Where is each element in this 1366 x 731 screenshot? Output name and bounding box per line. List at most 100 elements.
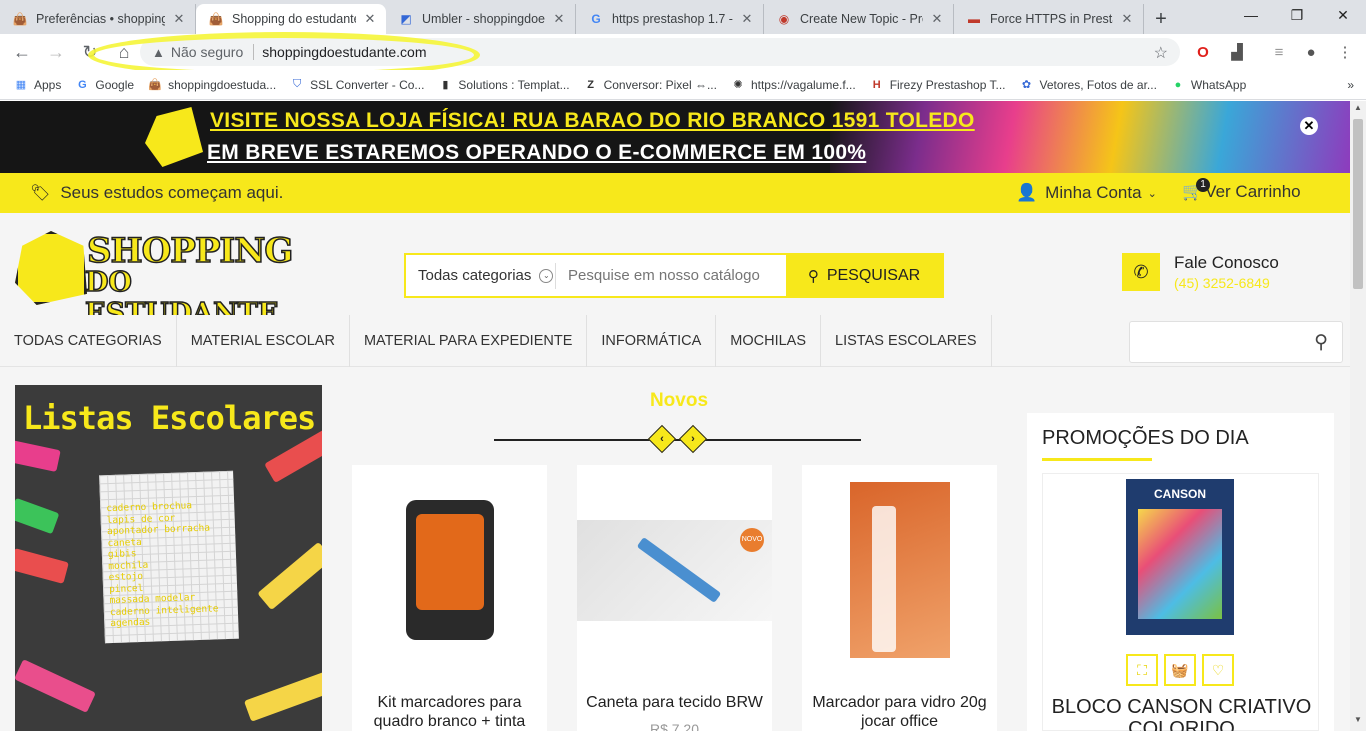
decor-marker xyxy=(15,440,61,472)
close-tab-icon[interactable]: ✕ xyxy=(739,11,755,27)
search-bar: Todas categorias ⌄ ⚲ PESQUISAR xyxy=(404,253,944,298)
scroll-down-icon[interactable]: ▼ xyxy=(1350,715,1366,729)
apps-grid-icon: ▦ xyxy=(15,79,27,91)
product-name[interactable]: Kit marcadores para quadro branco + tint… xyxy=(352,693,547,731)
search-button[interactable]: ⚲ PESQUISAR xyxy=(786,255,942,296)
close-tab-icon[interactable]: ✕ xyxy=(362,11,378,27)
bookmark-item[interactable]: ✺ https://vagalume.f... xyxy=(731,77,856,92)
product-name[interactable]: Marcador para vidro 20g jocar office xyxy=(802,693,997,731)
bookmark-item[interactable]: G Google xyxy=(75,78,134,92)
bookmark-item[interactable]: H Firezy Prestashop T... xyxy=(870,78,1006,92)
product-card[interactable]: NOVO Caneta para tecido BRW R$ 7,20 xyxy=(577,465,772,731)
decor-marker xyxy=(264,428,322,484)
store-bag-icon xyxy=(145,107,203,167)
menu-item-todas-categorias[interactable]: TODAS CATEGORIAS xyxy=(0,314,177,367)
prev-arrow-button[interactable]: ‹ xyxy=(647,424,677,454)
bookmark-label: Vetores, Fotos de ar... xyxy=(1039,77,1157,92)
wishlist-heart-icon[interactable]: ♡ xyxy=(1202,654,1234,686)
promo-banner-listas[interactable]: Listas Escolares caderno brochua lapis d… xyxy=(15,385,322,731)
google-icon: G xyxy=(78,78,87,91)
window-controls: — ❐ ✕ xyxy=(1228,0,1366,30)
browser-tab-bar: 👜 Preferências • shopping ✕ 👜 Shopping d… xyxy=(0,0,1366,34)
browser-tab-active[interactable]: 👜 Shopping do estudante ✕ xyxy=(196,4,386,34)
logo-bag-icon xyxy=(15,231,87,305)
bag-favicon-icon: 👜 xyxy=(208,12,224,26)
new-tab-button[interactable]: + xyxy=(1144,4,1178,34)
title-underline xyxy=(1042,458,1152,461)
menu-item-listas-escolares[interactable]: LISTAS ESCOLARES xyxy=(821,314,992,367)
promo-title: Listas Escolares xyxy=(23,399,316,437)
search-input[interactable] xyxy=(556,255,786,296)
profile-icon[interactable]: ● xyxy=(1300,41,1322,63)
browser-tab[interactable]: 👜 Preferências • shopping ✕ xyxy=(0,4,196,34)
bookmark-label: https://vagalume.f... xyxy=(750,77,856,92)
bookmarks-overflow-icon[interactable]: » xyxy=(1347,78,1354,92)
bookmark-item[interactable]: ⛉ SSL Converter - Co... xyxy=(290,78,424,92)
product-image[interactable] xyxy=(352,465,547,675)
cart-link[interactable]: 🛒 1 Ver Carrinho xyxy=(1182,178,1301,202)
flag-favicon-icon: ▬ xyxy=(968,12,980,26)
close-banner-icon[interactable]: ✕ xyxy=(1300,117,1318,135)
add-to-cart-icon[interactable]: 🧺 xyxy=(1164,654,1196,686)
close-tab-icon[interactable]: ✕ xyxy=(551,11,567,27)
forward-arrow-icon[interactable]: → xyxy=(40,36,72,68)
menu-item-material-escolar[interactable]: MATERIAL ESCOLAR xyxy=(177,314,350,367)
bookmark-item[interactable]: 👜 shoppingdoestuda... xyxy=(148,78,276,92)
bookmark-label: Conversor: Pixel ⇔... xyxy=(603,77,717,92)
announcement-banner: VISITE NOSSA LOJA FÍSICA! RUA BARAO DO R… xyxy=(0,101,1350,173)
account-menu[interactable]: 👤 Minha Conta ⌄ xyxy=(1016,183,1157,203)
close-tab-icon[interactable]: ✕ xyxy=(1119,11,1135,27)
contact-phone[interactable]: (45) 3252-6849 xyxy=(1174,275,1279,291)
page-scrollbar[interactable]: ▲ ▼ xyxy=(1350,101,1366,731)
menu-dots-icon[interactable]: ⋮ xyxy=(1334,41,1356,63)
product-name[interactable]: BLOCO CANSON CRIATIVO COLORIDO xyxy=(1043,696,1320,731)
bookmark-item[interactable]: ▮ Solutions : Templat... xyxy=(438,78,569,92)
bag-favicon-icon: 👜 xyxy=(12,12,28,26)
menu-item-material-expediente[interactable]: MATERIAL PARA EXPEDIENTE xyxy=(350,314,588,367)
next-arrow-button[interactable]: › xyxy=(678,424,708,454)
browser-tab[interactable]: ◩ Umbler - shoppingdoes ✕ xyxy=(386,4,576,34)
bookmark-item[interactable]: Z Conversor: Pixel ⇔... xyxy=(584,78,717,92)
bookmark-item[interactable]: ✿ Vetores, Fotos de ar... xyxy=(1020,78,1157,92)
product-price: R$ 7,20 xyxy=(649,721,700,731)
tab-title: https prestashop 1.7 - F xyxy=(612,12,733,26)
opera-icon[interactable]: O xyxy=(1192,41,1214,63)
close-window-icon[interactable]: ✕ xyxy=(1320,0,1366,30)
contact-block: ✆ Fale Conosco (45) 3252-6849 xyxy=(1122,253,1279,291)
close-tab-icon[interactable]: ✕ xyxy=(929,11,945,27)
minimize-icon[interactable]: — xyxy=(1228,0,1274,30)
product-name[interactable]: Caneta para tecido BRW xyxy=(577,693,772,712)
quick-view-icon[interactable]: ⛶ xyxy=(1126,654,1158,686)
signal-bars-icon[interactable]: ▟ xyxy=(1226,41,1248,63)
product-image[interactable] xyxy=(802,465,997,675)
product-card[interactable]: Marcador para vidro 20g jocar office xyxy=(802,465,997,731)
playlist-icon[interactable]: ≡ xyxy=(1268,41,1290,63)
account-label: Minha Conta xyxy=(1045,183,1142,202)
bookmark-apps[interactable]: ▦ Apps xyxy=(14,78,62,92)
tab-title: Umbler - shoppingdoes xyxy=(422,12,545,26)
scroll-up-icon[interactable]: ▲ xyxy=(1350,103,1366,117)
scrollbar-thumb[interactable] xyxy=(1353,119,1363,289)
maximize-icon[interactable]: ❐ xyxy=(1274,0,1320,30)
product-card[interactable]: Kit marcadores para quadro branco + tint… xyxy=(352,465,547,731)
site-logo[interactable]: SHOPPING DO ESTUDANTE xyxy=(15,223,294,330)
close-tab-icon[interactable]: ✕ xyxy=(171,11,187,27)
category-select[interactable]: Todas categorias ⌄ xyxy=(406,262,556,289)
prestashop-favicon-icon: ◉ xyxy=(778,12,790,26)
search-icon[interactable]: ⚲ xyxy=(1314,331,1328,354)
bookmark-item[interactable]: ● WhatsApp xyxy=(1171,78,1247,92)
chevron-right-icon: › xyxy=(691,433,695,445)
menu-search-input[interactable]: ⚲ xyxy=(1129,321,1343,363)
back-arrow-icon[interactable]: ← xyxy=(6,36,38,68)
browser-tab[interactable]: ▬ Force HTTPS in PrestaSh ✕ xyxy=(954,4,1144,34)
decor-marker xyxy=(15,497,60,535)
product-image[interactable]: NOVO xyxy=(577,465,772,675)
menu-item-informatica[interactable]: INFORMÁTICA xyxy=(587,314,717,367)
browser-tab[interactable]: ◉ Create New Topic - Pres ✕ xyxy=(764,4,954,34)
browser-tab[interactable]: G https prestashop 1.7 - F ✕ xyxy=(576,4,764,34)
menu-item-mochilas[interactable]: MOCHILAS xyxy=(716,314,822,367)
promo-product-card[interactable]: CANSON ⛶ 🧺 ♡ BLOCO CANSON CRIATIVO COLOR… xyxy=(1042,473,1319,731)
bookmark-star-icon[interactable]: ☆ xyxy=(1154,43,1168,63)
google-favicon-icon: G xyxy=(591,12,601,26)
product-image[interactable]: CANSON xyxy=(1126,479,1234,635)
